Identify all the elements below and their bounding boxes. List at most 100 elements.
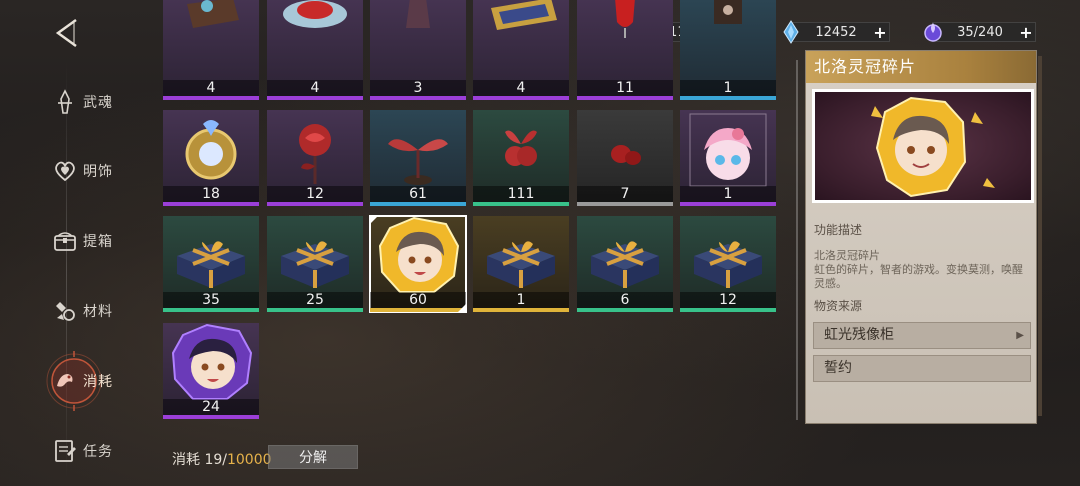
nav-item-chest[interactable]: 提箱	[52, 226, 113, 256]
inventory-item[interactable]: 7	[577, 110, 673, 206]
book-icon	[163, 0, 259, 76]
rarity-bar	[473, 308, 569, 312]
item-count: 11	[577, 80, 673, 96]
source-label-text: 虹光残像柜	[824, 327, 894, 343]
nav-label: 武魂	[83, 95, 113, 111]
item-count: 60	[370, 292, 466, 308]
rarity-bar	[680, 202, 776, 206]
inventory-item[interactable]: 3	[370, 0, 466, 100]
consumable-icon	[57, 374, 73, 387]
back-button[interactable]	[52, 16, 86, 50]
material-icon	[56, 302, 75, 321]
gem-value: 12452	[815, 24, 857, 40]
chibi-portrait-icon	[680, 110, 776, 188]
inventory-item[interactable]: 12	[680, 216, 776, 312]
rarity-bar	[473, 202, 569, 206]
warrior-soul-icon	[58, 89, 72, 114]
item-grid: 4 4 3 4 11 1 18 12 61 111 7 1 35 25 60 1…	[163, 0, 783, 430]
capacity-label: 消耗 19/	[172, 452, 227, 468]
cake-plate-icon	[267, 0, 363, 76]
seedling-icon	[473, 110, 569, 188]
wine-glass-icon	[577, 0, 673, 76]
nav-item-consumables[interactable]: 消耗	[46, 351, 113, 411]
item-count: 1	[473, 292, 569, 308]
berries-icon	[577, 110, 673, 188]
rarity-bar	[577, 308, 673, 312]
add-gem-button[interactable]: +	[871, 23, 889, 42]
item-count: 25	[267, 292, 363, 308]
inventory-item[interactable]: 12	[267, 110, 363, 206]
nav-label: 任务	[83, 444, 113, 460]
inventory-item[interactable]: 35	[163, 216, 259, 312]
scroll-track[interactable]	[796, 60, 798, 420]
inventory-capacity: 消耗 19/10000	[172, 449, 272, 469]
lantern-icon	[680, 0, 776, 76]
inventory-item[interactable]: 25	[267, 216, 363, 312]
rarity-bar	[267, 202, 363, 206]
item-count: 3	[370, 80, 466, 96]
stamina-orb-icon	[924, 23, 942, 42]
panel-edge	[1038, 56, 1042, 416]
inventory-item[interactable]: 61	[370, 110, 466, 206]
inventory-item[interactable]: 1	[680, 0, 776, 100]
rarity-bar	[577, 202, 673, 206]
nav-label: 提箱	[83, 234, 113, 250]
source-button-oath[interactable]: 誓约	[813, 355, 1031, 382]
rarity-bar	[577, 96, 673, 100]
inventory-item[interactable]: 6	[577, 216, 673, 312]
decompose-button[interactable]: 分解	[268, 445, 358, 469]
add-stamina-button[interactable]: +	[1017, 23, 1035, 42]
gold-medallion-icon	[163, 110, 259, 188]
inventory-item[interactable]: 11	[577, 0, 673, 100]
rarity-bar	[680, 96, 776, 100]
item-count: 111	[473, 186, 569, 202]
inventory-item[interactable]: 1	[473, 216, 569, 312]
capacity-max: 10000	[226, 452, 272, 468]
inventory-item[interactable]: 24	[163, 323, 259, 419]
portrait-shard-icon	[871, 96, 995, 198]
figure-icon	[370, 0, 466, 76]
source-button-cabinet[interactable]: 虹光残像柜 ▶	[813, 322, 1031, 349]
item-detail-panel: 北洛灵冠碎片 功能描述 北洛灵冠碎片 虹色的碎片，智者的游戏。变换莫测，唤醒灵感…	[805, 50, 1037, 424]
gift-box-icon	[163, 216, 259, 294]
gift-box-icon	[577, 216, 673, 294]
portrait-shard-icon	[370, 216, 466, 294]
function-label: 功能描述	[814, 223, 863, 237]
item-description: 北洛灵冠碎片 虹色的碎片，智者的游戏。变换莫测，唤醒灵感。	[814, 249, 1030, 291]
rose-icon	[267, 110, 363, 188]
inventory-item[interactable]: 1	[680, 110, 776, 206]
nav-item-tasks[interactable]: 任务	[52, 436, 113, 466]
inventory-item[interactable]: 111	[473, 110, 569, 206]
task-icon	[55, 440, 76, 462]
nav-item-warrior-soul[interactable]: 武魂	[52, 87, 113, 117]
nav-item-materials[interactable]: 材料	[52, 296, 113, 326]
heart-gem-icon	[55, 161, 75, 182]
inventory-item[interactable]: 4	[267, 0, 363, 100]
back-arrow-icon	[55, 18, 77, 48]
item-preview-image	[812, 89, 1034, 203]
item-count: 4	[473, 80, 569, 96]
inventory-screen: 1152620 12452 + 35/240 + 武魂 明饰	[0, 0, 1080, 486]
rarity-bar	[267, 308, 363, 312]
item-count: 18	[163, 186, 259, 202]
nav-divider	[66, 60, 67, 480]
item-count: 12	[680, 292, 776, 308]
inventory-item[interactable]: 60	[369, 215, 467, 313]
description-text: 虹色的碎片，智者的游戏。变换莫测，唤醒灵感。	[814, 263, 1023, 290]
rarity-bar	[267, 96, 363, 100]
inventory-item[interactable]: 4	[163, 0, 259, 100]
chest-icon	[54, 232, 76, 251]
item-count: 1	[680, 186, 776, 202]
item-title: 北洛灵冠碎片	[806, 51, 1036, 83]
inventory-item[interactable]: 18	[163, 110, 259, 206]
source-label: 物资来源	[814, 299, 863, 313]
rarity-bar	[163, 202, 259, 206]
gift-box-icon	[680, 216, 776, 294]
arrow-right-icon: ▶	[1016, 330, 1024, 341]
nav-item-accessory[interactable]: 明饰	[52, 156, 113, 186]
sprout-icon	[370, 110, 466, 188]
nav-label: 消耗	[83, 374, 113, 390]
rarity-bar	[163, 415, 259, 419]
inventory-item[interactable]: 4	[473, 0, 569, 100]
gift-box-icon	[267, 216, 363, 294]
